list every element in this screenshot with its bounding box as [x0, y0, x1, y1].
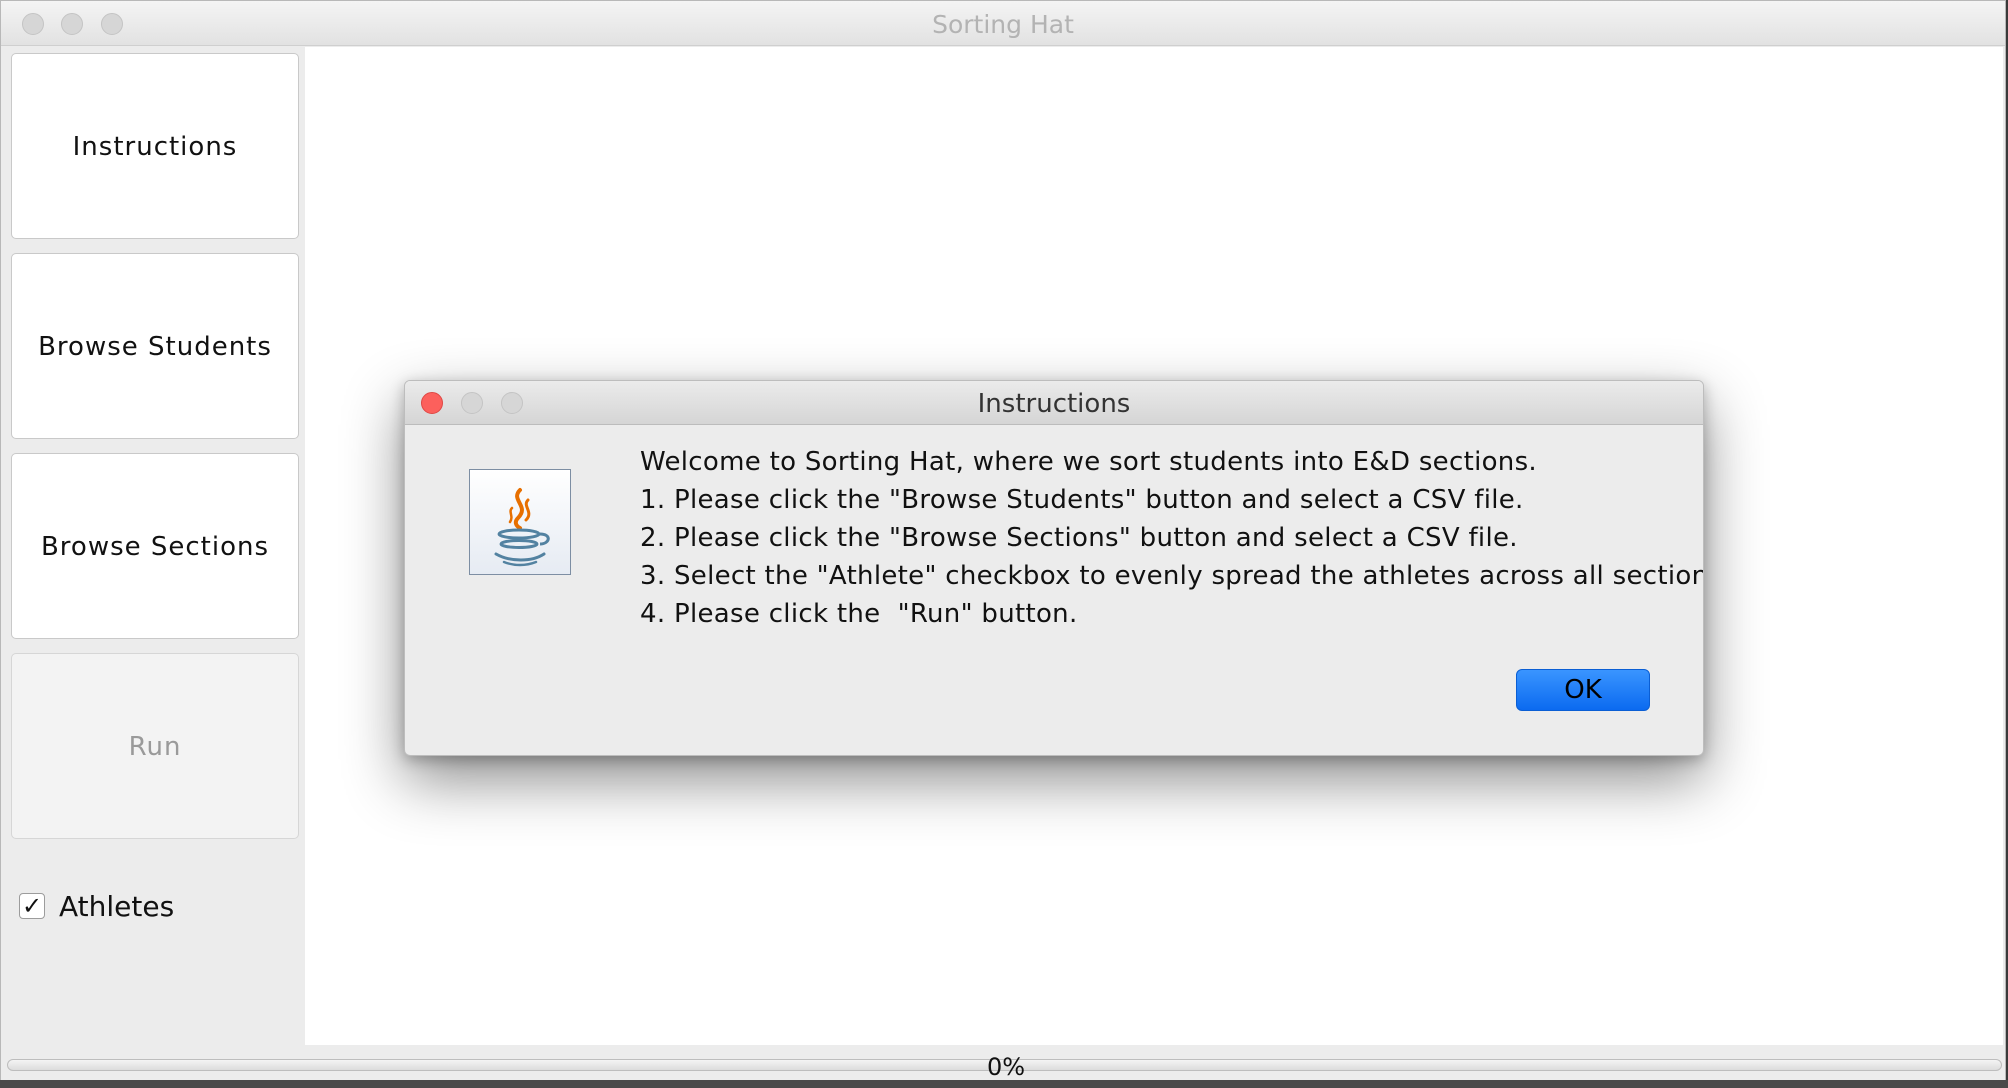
run-button[interactable]: Run	[11, 653, 299, 839]
dialog-message-line: 3. Select the "Athlete" checkbox to even…	[640, 561, 1704, 591]
desktop-background-strip	[0, 1080, 2008, 1088]
dialog-titlebar[interactable]: Instructions	[405, 381, 1703, 425]
dialog-message: Welcome to Sorting Hat, where we sort st…	[640, 443, 1704, 633]
dialog-message-line: Welcome to Sorting Hat, where we sort st…	[640, 447, 1537, 477]
dialog-title: Instructions	[977, 389, 1131, 419]
browse-sections-button[interactable]: Browse Sections	[11, 453, 299, 639]
java-coffee-cup-icon	[469, 469, 571, 575]
athletes-checkbox[interactable]: ✓	[19, 893, 45, 919]
dialog-message-line: 2. Please click the "Browse Sections" bu…	[640, 523, 1518, 553]
dialog-message-line: 1. Please click the "Browse Students" bu…	[640, 485, 1524, 515]
window-title: Sorting Hat	[932, 10, 1074, 39]
instructions-dialog: Instructions Welcome to Sorting Hat, whe…	[404, 380, 1704, 756]
athletes-checkbox-label[interactable]: Athletes	[59, 887, 174, 927]
dialog-message-line: 4. Please click the "Run" button.	[640, 599, 1078, 629]
instructions-button[interactable]: Instructions	[11, 53, 299, 239]
browse-students-button[interactable]: Browse Students	[11, 253, 299, 439]
window-titlebar[interactable]: Sorting Hat	[1, 1, 2005, 46]
ok-button[interactable]: OK	[1516, 669, 1650, 711]
